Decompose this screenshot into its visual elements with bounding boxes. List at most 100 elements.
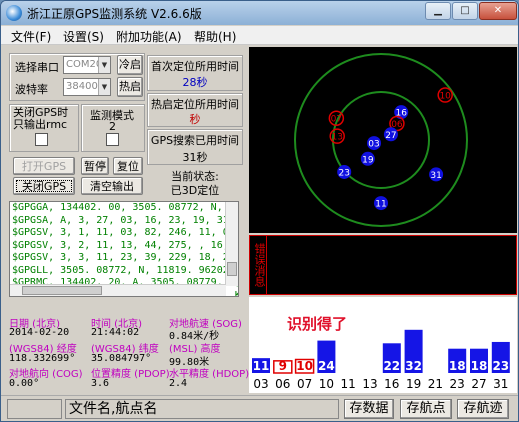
gps-off-rmc-checkbox[interactable]	[35, 133, 48, 146]
satellite-sky-plot: 071310160603271923 3111	[249, 47, 517, 233]
satellite-marker: 31	[429, 167, 444, 182]
snr-value-label: 24	[318, 359, 335, 373]
chevron-down-icon: ▼	[98, 57, 110, 73]
snr-satellite-id: 23	[450, 377, 465, 391]
snr-value-label: 32	[405, 359, 422, 373]
save-data-button[interactable]: 存数据	[344, 399, 394, 419]
snr-bar-chart: 识别得了 11 03 9 06 10 07 24 10 11 13 22 16 32 19 21 18 23 18…	[249, 297, 517, 393]
position-data-panel: 日期 (北京) 时间 (北京) 对地航速 (SOG) 2014-02-20 21…	[9, 315, 249, 397]
snr-satellite-id: 10	[319, 377, 334, 391]
nmea-log-line: $GPGSV, 3, 2, 11, 13, 44, 275, , 16, 54,…	[12, 239, 238, 251]
date-value: 2014-02-20	[9, 327, 70, 338]
snr-value-label: 23	[492, 359, 509, 373]
snr-satellite-id: 13	[362, 377, 377, 391]
error-panel: 错误消息	[249, 235, 517, 295]
search-time-value: 31秒	[182, 151, 208, 164]
satellite-id-label: 13	[331, 133, 342, 143]
hot-start-button[interactable]: 热启	[117, 77, 143, 97]
snr-value-label: 18	[449, 359, 466, 373]
satellite-id-label: 10	[439, 92, 451, 102]
maximize-button[interactable]: □	[452, 2, 478, 20]
snr-value-label: 10	[296, 359, 313, 373]
menu-extra-functions[interactable]: 附加功能(A)	[116, 28, 182, 45]
latitude-value: 35.084797°	[91, 353, 152, 364]
snr-satellite-id: 03	[253, 377, 268, 391]
snr-satellite-id: 21	[428, 377, 443, 391]
minimize-button[interactable]: ▁	[425, 2, 451, 20]
snr-satellite-id: 19	[406, 377, 421, 391]
log-vertical-scroll-thumb[interactable]	[227, 262, 237, 276]
log-horizontal-scrollbar[interactable]	[10, 284, 226, 296]
snr-satellite-id: 27	[471, 377, 486, 391]
satellite-marker: 27	[383, 127, 398, 142]
serial-port-value: COM20	[66, 59, 103, 70]
status-spacer	[7, 399, 62, 419]
nmea-log-line: $GPGSV, 3, 1, 11, 03, 82, 246, 11, 06, 6…	[12, 227, 238, 238]
snr-banner: 识别得了	[287, 315, 347, 333]
window-title: 浙江正原GPS监测系统 V2.6.6版	[27, 7, 202, 21]
snr-satellite-id: 06	[275, 377, 290, 391]
state-value: 已3D定位	[170, 184, 220, 197]
hdop-value: 2.4	[169, 378, 188, 389]
pdop-value: 3.6	[91, 378, 110, 389]
snr-satellite-id: 31	[493, 377, 508, 391]
monitor-mode-value: 2	[109, 120, 116, 133]
satellite-id-label: 19	[362, 155, 374, 165]
satellite-id-label: 23	[338, 168, 349, 178]
chevron-down-icon: ▼	[98, 79, 110, 95]
snr-satellite-id: 07	[297, 377, 312, 391]
save-track-button[interactable]: 存航迹	[457, 399, 509, 419]
close-button[interactable]: ✕	[479, 2, 517, 20]
satellite-id-label: 11	[375, 200, 386, 210]
menu-help[interactable]: 帮助(H)	[194, 28, 236, 45]
menu-settings[interactable]: 设置(S)	[63, 28, 104, 45]
snr-value-label: 22	[383, 359, 400, 373]
satellite-id-label: 03	[368, 140, 379, 150]
serial-port-label: 选择串口	[15, 61, 59, 74]
satellite-marker: 11	[374, 196, 388, 211]
clear-output-button[interactable]: 清空输出	[81, 177, 143, 195]
menu-file[interactable]: 文件(F)	[11, 28, 51, 45]
nmea-log-line: $GPGGA, 134402. 00, 3505. 08772, N, 1181…	[12, 202, 239, 213]
nmea-log-line: $GPGLL, 3505. 08772, N, 11819. 96202, E,…	[12, 264, 238, 276]
search-time-label: GPS搜索已用时间	[150, 134, 240, 147]
monitor-mode-checkbox[interactable]	[106, 133, 119, 146]
satellite-marker: 03	[367, 136, 382, 151]
satellite-marker: 19	[360, 151, 375, 166]
snr-satellite-id: 16	[384, 377, 399, 391]
satellite-id-label: 07	[331, 115, 342, 125]
snr-value-label: 18	[471, 359, 488, 373]
title-bar[interactable]: 浙江正原GPS监测系统 V2.6.6版 ▁ □ ✕	[1, 1, 518, 25]
error-message-label: 错误消息	[250, 236, 267, 294]
hot-fix-label: 热启定位所用时间	[151, 98, 239, 111]
nmea-log-lines: $GPGGA, 134402. 00, 3505. 08772, N, 1181…	[10, 202, 239, 296]
nmea-log-line: $GPGSA, A, 3, 27, 03, 16, 23, 19, 31, 11…	[12, 214, 238, 226]
app-window: 浙江正原GPS监测系统 V2.6.6版 ▁ □ ✕ 文件(F) 设置(S) 附加…	[0, 0, 519, 422]
snr-value-label: 9	[279, 359, 287, 373]
filename-field[interactable]: 文件名,航点名	[65, 399, 339, 419]
nmea-log[interactable]: $GPGGA, 134402. 00, 3505. 08772, N, 1181…	[9, 201, 239, 297]
menu-bar: 文件(F) 设置(S) 附加功能(A) 帮助(H)	[1, 26, 518, 45]
hot-fix-value: 秒	[189, 113, 201, 126]
cold-start-button[interactable]: 冷启	[117, 55, 143, 75]
satellite-marker: 23	[337, 164, 352, 179]
close-gps-button[interactable]: 关闭GPS	[13, 177, 75, 195]
baud-value: 38400	[66, 81, 98, 92]
baud-select[interactable]: 38400 ▼	[63, 78, 111, 96]
open-gps-button[interactable]: 打开GPS	[13, 157, 75, 175]
log-horizontal-scroll-thumb[interactable]	[22, 286, 102, 295]
pause-button[interactable]: 暂停	[81, 157, 109, 175]
nmea-log-line: $GPGSV, 3, 3, 11, 23, 39, 229, 18, 27, 7…	[12, 252, 238, 263]
log-vertical-scrollbar[interactable]	[225, 202, 238, 286]
reset-button[interactable]: 复位	[113, 157, 143, 175]
longitude-value: 118.332699°	[9, 353, 76, 364]
first-fix-value: 28秒	[182, 76, 208, 89]
gps-off-rmc-label: 关闭GPS时 只输出rmc	[13, 106, 69, 131]
baud-label: 波特率	[15, 83, 48, 96]
satellite-id-label: 31	[430, 171, 441, 181]
save-waypoint-button[interactable]: 存航点	[400, 399, 452, 419]
serial-port-select[interactable]: COM20 ▼	[63, 56, 111, 74]
satellite-id-label: 27	[385, 131, 396, 141]
snr-satellite-id: 11	[341, 377, 356, 391]
course-value: 0.00°	[9, 378, 40, 389]
